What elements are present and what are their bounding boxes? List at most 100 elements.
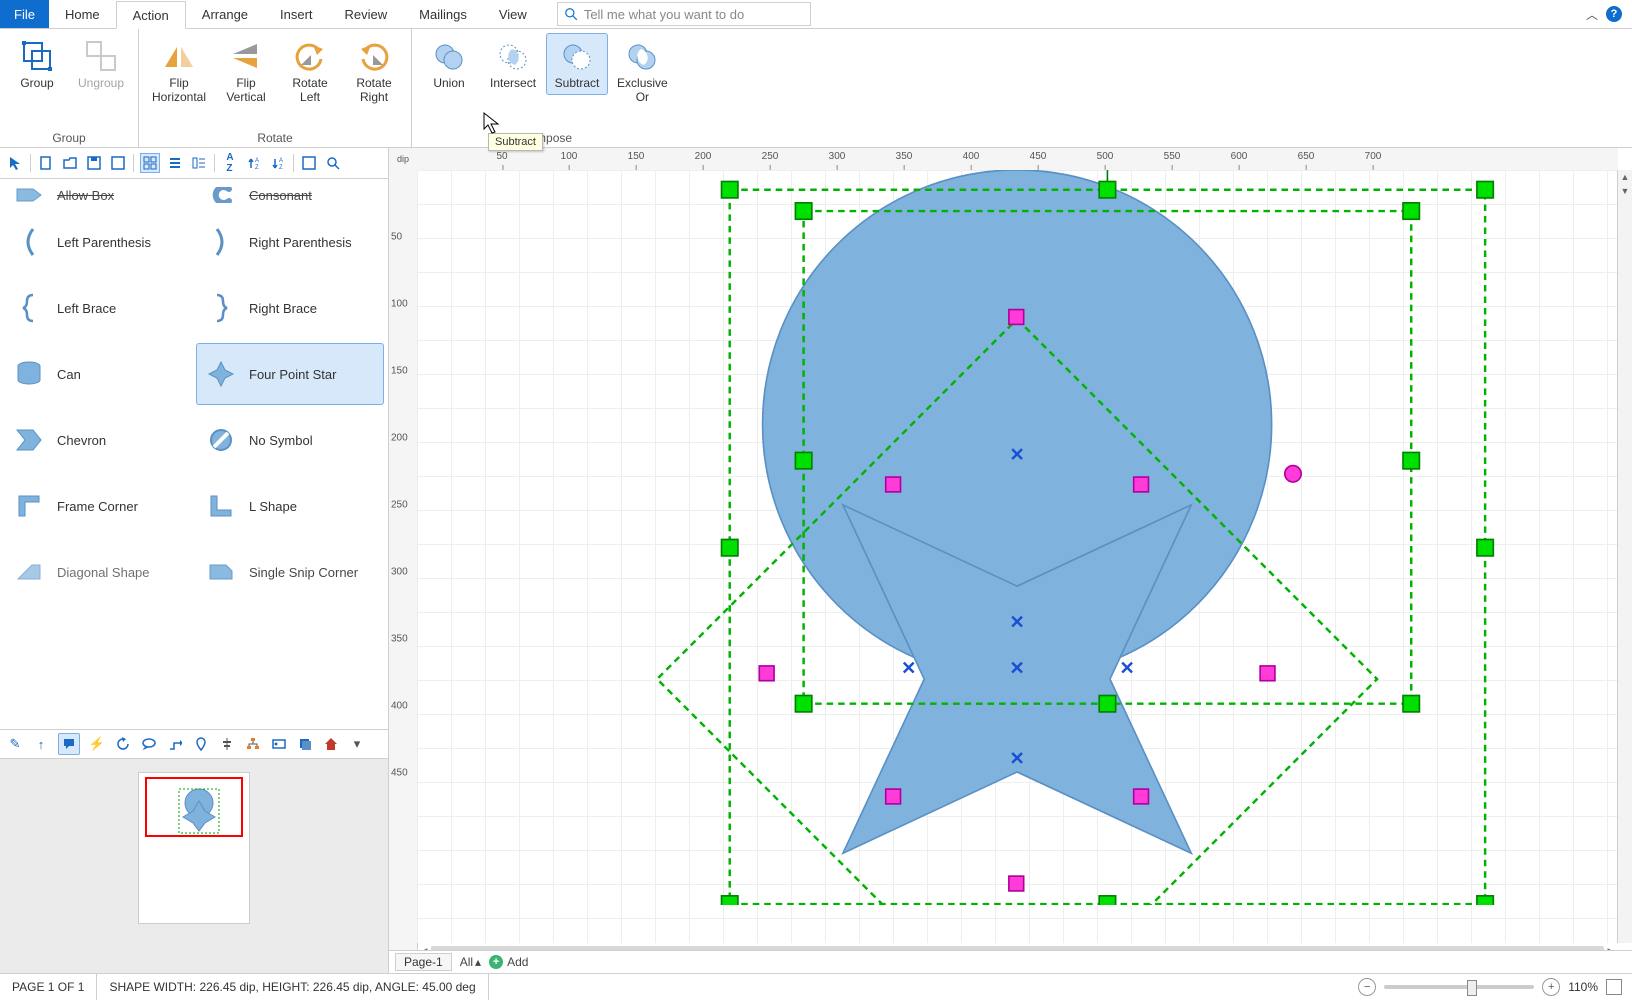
file-menu[interactable]: File xyxy=(0,0,49,28)
sort-up-icon[interactable]: AZ xyxy=(245,154,263,172)
details-icon[interactable] xyxy=(190,154,208,172)
search-box[interactable]: Tell me what you want to do xyxy=(557,2,811,26)
tab-arrange[interactable]: Arrange xyxy=(186,0,264,28)
star-rotation-handle[interactable] xyxy=(1285,466,1301,482)
shape-item-l-shape[interactable]: L Shape xyxy=(196,475,384,537)
list-icon[interactable] xyxy=(166,154,184,172)
flip-horizontal-icon xyxy=(162,38,196,74)
tab-view[interactable]: View xyxy=(483,0,543,28)
refresh-icon[interactable] xyxy=(114,735,132,753)
shape-item-frame-corner[interactable]: Frame Corner xyxy=(4,475,192,537)
map-pin-icon[interactable] xyxy=(192,735,210,753)
consonant-icon xyxy=(205,183,237,207)
align-center-icon[interactable] xyxy=(218,735,236,753)
up-arrow-icon[interactable]: ↑ xyxy=(32,735,50,753)
zoom-out-button[interactable]: − xyxy=(1358,978,1376,996)
intersect-button[interactable]: Intersect xyxy=(482,33,544,95)
shape-item-right-parenthesis[interactable]: Right Parenthesis xyxy=(196,211,384,273)
tab-action[interactable]: Action xyxy=(116,1,186,29)
pointer-tool-icon[interactable] xyxy=(6,154,24,172)
shape-item-right-brace[interactable]: Right Brace xyxy=(196,277,384,339)
subtract-button[interactable]: Subtract xyxy=(546,33,608,95)
zoom-fit-button[interactable] xyxy=(1606,979,1622,995)
page-thumbnail[interactable] xyxy=(139,773,249,923)
home-icon[interactable] xyxy=(322,735,340,753)
zoom-icon[interactable] xyxy=(324,154,342,172)
shape-item-left-parenthesis[interactable]: Left Parenthesis xyxy=(4,211,192,273)
ribbon-group-rotate: Flip Horizontal Flip Vertical Rotate Lef… xyxy=(139,29,412,147)
status-shape: SHAPE WIDTH: 226.45 dip, HEIGHT: 226.45 … xyxy=(97,974,488,1000)
shape-item-single-snip-corner[interactable]: Single Snip Corner xyxy=(196,541,384,603)
sort-down-icon[interactable]: AZ xyxy=(269,154,287,172)
tooltip: Subtract xyxy=(488,133,543,151)
exclusive-or-button[interactable]: Exclusive Or xyxy=(610,33,675,109)
layers-icon[interactable] xyxy=(296,735,314,753)
side-toolbar-2: ✎ ↑ ⚡ ▾ xyxy=(0,730,388,759)
shape-item[interactable]: Allow Box xyxy=(4,183,192,207)
panel-icon[interactable] xyxy=(300,154,318,172)
all-pages[interactable]: All ▴ xyxy=(460,955,481,969)
zoom-value: 110% xyxy=(1568,980,1598,994)
group-button[interactable]: Group xyxy=(6,33,68,95)
chat-icon[interactable] xyxy=(140,735,158,753)
help-icon[interactable]: ? xyxy=(1606,6,1622,22)
edit-icon[interactable]: ✎ xyxy=(6,735,24,753)
saveas-icon[interactable] xyxy=(109,154,127,172)
page-tab[interactable]: Page-1 xyxy=(395,953,452,971)
tab-home[interactable]: Home xyxy=(49,0,116,28)
shape-item-left-brace[interactable]: Left Brace xyxy=(4,277,192,339)
shape-item-four-point-star[interactable]: Four Point Star xyxy=(196,343,384,405)
rotate-right-button[interactable]: Rotate Right xyxy=(343,33,405,109)
flip-vertical-button[interactable]: Flip Vertical xyxy=(215,33,277,109)
shape-item-diagonal-shape[interactable]: Diagonal Shape xyxy=(4,541,192,603)
left-brace-icon xyxy=(13,292,45,324)
tab-insert[interactable]: Insert xyxy=(264,0,329,28)
zoom-in-button[interactable]: + xyxy=(1542,978,1560,996)
tab-review[interactable]: Review xyxy=(329,0,404,28)
comment-icon[interactable] xyxy=(58,733,80,755)
shape-item-can[interactable]: Can xyxy=(4,343,192,405)
vertical-scrollbar[interactable]: ▲ ▼ xyxy=(1617,170,1632,943)
zoom-slider[interactable] xyxy=(1384,985,1534,989)
scroll-up-icon[interactable]: ▲ xyxy=(1618,170,1632,184)
svg-text:Z: Z xyxy=(279,165,283,170)
union-button[interactable]: Union xyxy=(418,33,480,95)
sort-az-icon[interactable]: AZ xyxy=(221,154,239,172)
hierarchy-icon[interactable] xyxy=(244,735,262,753)
new-icon[interactable] xyxy=(37,154,55,172)
flip-horizontal-button[interactable]: Flip Horizontal xyxy=(145,33,213,109)
ungroup-icon xyxy=(84,38,118,74)
shape-item-no-symbol[interactable]: No Symbol xyxy=(196,409,384,471)
union-icon xyxy=(432,38,466,74)
flip-vertical-icon xyxy=(229,38,263,74)
scroll-down-icon[interactable]: ▼ xyxy=(1618,184,1632,198)
chevron-down-icon[interactable]: ▾ xyxy=(348,735,366,753)
collapse-ribbon-icon[interactable]: ︿ xyxy=(1586,6,1598,23)
diagonal-shape-icon xyxy=(13,556,45,588)
shapes-pane: Allow Box Consonant Left Parenthesis Rig… xyxy=(0,179,388,730)
rotate-left-icon xyxy=(293,38,327,74)
open-icon[interactable] xyxy=(61,154,79,172)
sidebar: AZ AZ AZ Allow Box Consonant xyxy=(0,148,389,973)
status-page: PAGE 1 OF 1 xyxy=(0,974,97,1000)
tab-mailings[interactable]: Mailings xyxy=(403,0,483,28)
four-point-star-icon xyxy=(205,358,237,390)
bolt-icon[interactable]: ⚡ xyxy=(88,735,106,753)
ruler-corner: dip xyxy=(389,148,418,171)
shape-item[interactable]: Consonant xyxy=(196,183,384,207)
card-icon[interactable] xyxy=(270,735,288,753)
save-icon[interactable] xyxy=(85,154,103,172)
add-page-button[interactable]: +Add xyxy=(489,955,528,969)
search-icon xyxy=(564,7,578,21)
zoom-slider-knob[interactable] xyxy=(1467,980,1477,996)
plus-icon: + xyxy=(489,955,503,969)
connector-icon[interactable] xyxy=(166,735,184,753)
rotate-left-button[interactable]: Rotate Left xyxy=(279,33,341,109)
canvas[interactable] xyxy=(417,170,1618,943)
horizontal-ruler[interactable]: 5010015020025030035040045050055060065070… xyxy=(417,148,1618,171)
grid-icon[interactable] xyxy=(140,153,160,173)
intersect-icon xyxy=(496,38,530,74)
vertical-ruler[interactable]: 50100150200250300350400450 xyxy=(389,170,418,959)
shape-item-chevron[interactable]: Chevron xyxy=(4,409,192,471)
ungroup-button[interactable]: Ungroup xyxy=(70,33,132,95)
